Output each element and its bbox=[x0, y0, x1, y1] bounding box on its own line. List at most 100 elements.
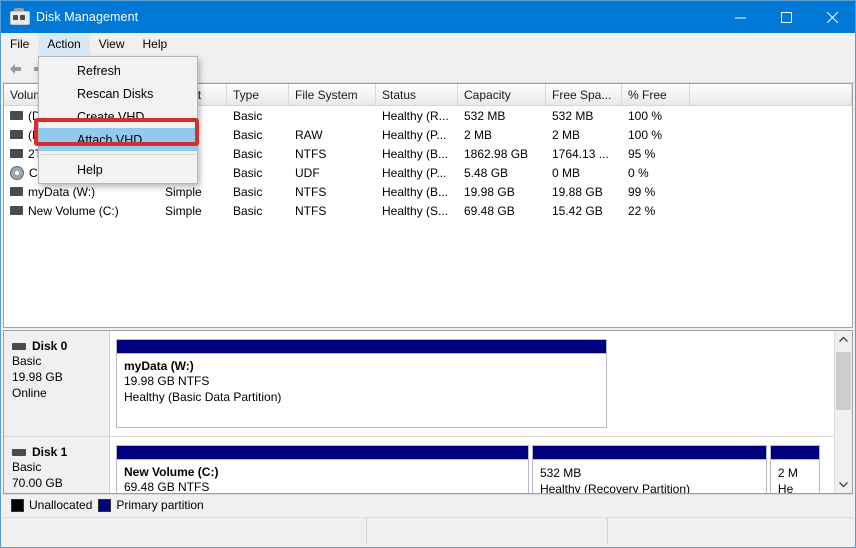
partition-box[interactable]: 2 MHe bbox=[770, 445, 820, 493]
cell-free: 2 MB bbox=[546, 128, 622, 142]
status-bar bbox=[3, 517, 853, 545]
minimize-icon[interactable] bbox=[717, 1, 763, 33]
cell-status: Healthy (B... bbox=[376, 185, 458, 199]
cell-pct_free: 99 % bbox=[622, 185, 690, 199]
cell-pct_free: 95 % bbox=[622, 147, 690, 161]
cell-pct_free: 100 % bbox=[622, 128, 690, 142]
partition-details: 532 MBHealthy (Recovery Partition) bbox=[533, 460, 766, 493]
menu-help[interactable]: Help bbox=[134, 33, 177, 55]
cell-layout: Simple bbox=[159, 204, 227, 218]
disk-icon bbox=[12, 343, 26, 350]
menu-action[interactable]: Action bbox=[38, 33, 89, 55]
cell-free: 15.42 GB bbox=[546, 204, 622, 218]
menu-view[interactable]: View bbox=[90, 33, 134, 55]
cell-layout: Simple bbox=[159, 185, 227, 199]
column-header-blank[interactable] bbox=[690, 84, 852, 105]
scrollbar-track[interactable] bbox=[835, 348, 852, 476]
disk-icon bbox=[12, 449, 26, 456]
scroll-down-icon[interactable] bbox=[835, 476, 852, 493]
cell-free: 19.88 GB bbox=[546, 185, 622, 199]
menu-item-rescan-disks[interactable]: Rescan Disks bbox=[39, 82, 197, 105]
cell-status: Healthy (S... bbox=[376, 204, 458, 218]
column-header-percent-free[interactable]: % Free bbox=[622, 84, 690, 105]
disk-pane-scrollbar[interactable] bbox=[834, 331, 852, 493]
menu-separator bbox=[41, 154, 195, 155]
partition-box[interactable]: New Volume (C:)69.48 GB NTFSHealthy (Sys… bbox=[116, 445, 529, 493]
close-icon[interactable] bbox=[809, 1, 855, 33]
disk-volume-icon bbox=[10, 206, 23, 215]
disk-partitions: myData (W:)19.98 GB NTFSHealthy (Basic D… bbox=[110, 331, 834, 436]
cd-drive-icon bbox=[10, 166, 24, 180]
disk-type: Basic bbox=[12, 353, 109, 369]
disk-row[interactable]: Disk 1Basic70.00 GBOnlineNew Volume (C:)… bbox=[4, 437, 834, 493]
partition-status: Healthy (Basic Data Partition) bbox=[124, 389, 599, 405]
table-row[interactable]: New Volume (C:)SimpleBasicNTFSHealthy (S… bbox=[4, 201, 852, 220]
legend-swatch-primary-partition bbox=[98, 499, 111, 512]
disk-management-icon bbox=[10, 8, 28, 26]
cell-filesystem: UDF bbox=[289, 166, 376, 180]
partition-size: 532 MB bbox=[540, 465, 759, 481]
menu-file[interactable]: File bbox=[1, 33, 38, 55]
partition-color-bar bbox=[117, 340, 606, 354]
cell-type: Basic bbox=[227, 128, 289, 142]
cell-capacity: 1862.98 GB bbox=[458, 147, 546, 161]
cell-filesystem: NTFS bbox=[289, 147, 376, 161]
menu-item-help[interactable]: Help bbox=[39, 158, 197, 181]
menu-item-create-vhd[interactable]: Create VHD bbox=[39, 105, 197, 128]
cell-pct_free: 22 % bbox=[622, 204, 690, 218]
partition-box[interactable]: 532 MBHealthy (Recovery Partition) bbox=[532, 445, 767, 493]
cell-volume-label: myData (W:) bbox=[28, 185, 95, 199]
partition-size: 19.98 GB NTFS bbox=[124, 373, 599, 389]
disk-info-0[interactable]: Disk 0Basic19.98 GBOnline bbox=[4, 331, 110, 436]
disk-graphical-pane: Disk 0Basic19.98 GBOnlinemyData (W:)19.9… bbox=[3, 330, 853, 494]
disk-volume-icon bbox=[10, 130, 23, 139]
window-controls bbox=[717, 1, 855, 33]
cell-free: 1764.13 ... bbox=[546, 147, 622, 161]
cell-type: Basic bbox=[227, 147, 289, 161]
legend-label-primary-partition: Primary partition bbox=[116, 498, 203, 512]
cell-type: Basic bbox=[227, 166, 289, 180]
cell-filesystem: RAW bbox=[289, 128, 376, 142]
disk-scroll-area: Disk 0Basic19.98 GBOnlinemyData (W:)19.9… bbox=[4, 331, 834, 493]
status-cell-2 bbox=[367, 518, 608, 545]
partition-name: New Volume (C:) bbox=[124, 465, 521, 479]
partition-legend: Unallocated Primary partition bbox=[3, 494, 853, 515]
disk-name-label: Disk 1 bbox=[32, 445, 67, 459]
cell-free: 0 MB bbox=[546, 166, 622, 180]
cell-status: Healthy (P... bbox=[376, 166, 458, 180]
partition-details: New Volume (C:)69.48 GB NTFSHealthy (Sys… bbox=[117, 460, 528, 493]
table-row[interactable]: myData (W:)SimpleBasicNTFSHealthy (B...1… bbox=[4, 182, 852, 201]
partition-status: Healthy (Recovery Partition) bbox=[540, 481, 759, 493]
partition-details: myData (W:)19.98 GB NTFSHealthy (Basic D… bbox=[117, 354, 606, 427]
cell-status: Healthy (B... bbox=[376, 147, 458, 161]
column-header-capacity[interactable]: Capacity bbox=[458, 84, 546, 105]
column-header-free-space[interactable]: Free Spa... bbox=[546, 84, 622, 105]
scrollbar-thumb[interactable] bbox=[836, 352, 851, 410]
disk-name: Disk 1 bbox=[12, 445, 109, 459]
menu-item-refresh[interactable]: Refresh bbox=[39, 59, 197, 82]
partition-name: myData (W:) bbox=[124, 359, 599, 373]
cell-capacity: 5.48 GB bbox=[458, 166, 546, 180]
column-header-status[interactable]: Status bbox=[376, 84, 458, 105]
disk-row[interactable]: Disk 0Basic19.98 GBOnlinemyData (W:)19.9… bbox=[4, 331, 834, 437]
cell-type: Basic bbox=[227, 204, 289, 218]
partition-color-bar bbox=[533, 446, 766, 460]
legend-item-unallocated: Unallocated bbox=[11, 498, 92, 512]
cell-status: Healthy (P... bbox=[376, 128, 458, 142]
disk-info-1[interactable]: Disk 1Basic70.00 GBOnline bbox=[4, 437, 110, 493]
status-cell-1 bbox=[3, 518, 367, 545]
maximize-icon[interactable] bbox=[763, 1, 809, 33]
disk-volume-icon bbox=[10, 149, 23, 158]
column-header-file-system[interactable]: File System bbox=[289, 84, 376, 105]
back-arrow-icon[interactable] bbox=[7, 60, 25, 78]
menu-bar: File Action View Help bbox=[1, 33, 855, 56]
cell-capacity: 69.48 GB bbox=[458, 204, 546, 218]
menu-item-attach-vhd[interactable]: Attach VHD bbox=[39, 128, 197, 151]
scroll-up-icon[interactable] bbox=[835, 331, 852, 348]
partition-box[interactable]: myData (W:)19.98 GB NTFSHealthy (Basic D… bbox=[116, 339, 607, 428]
cell-free: 532 MB bbox=[546, 109, 622, 123]
partition-color-bar bbox=[117, 446, 528, 460]
cell-capacity: 2 MB bbox=[458, 128, 546, 142]
column-header-type[interactable]: Type bbox=[227, 84, 289, 105]
action-dropdown-menu: RefreshRescan DisksCreate VHDAttach VHD H… bbox=[38, 56, 198, 184]
